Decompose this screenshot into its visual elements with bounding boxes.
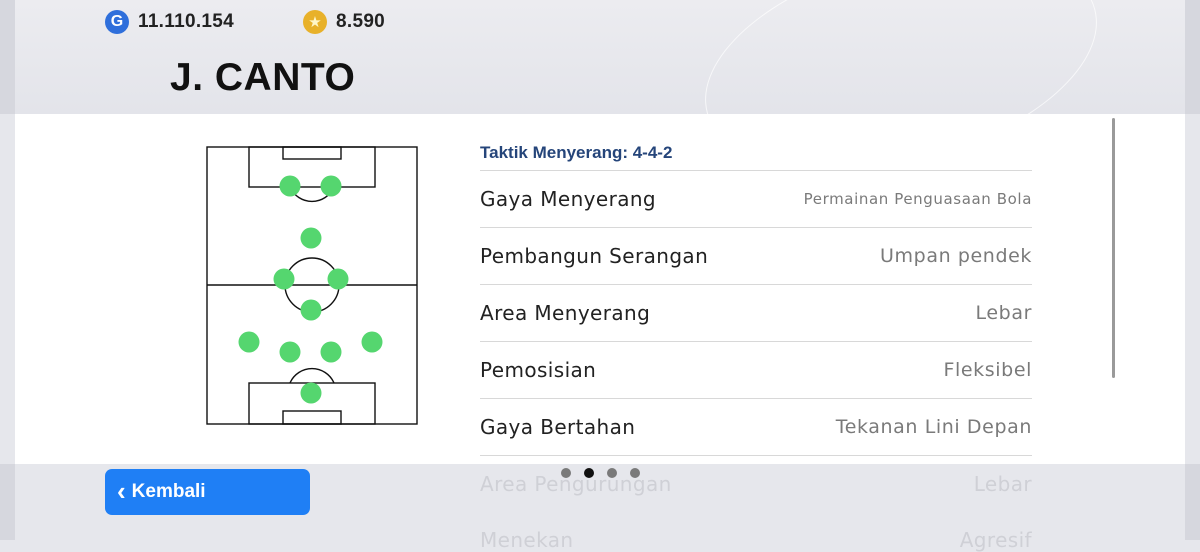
faded-tactic-value: Lebar — [973, 472, 1032, 496]
player-marker — [320, 175, 342, 197]
back-button[interactable]: ‹ Kembali — [105, 469, 310, 515]
player-marker — [300, 299, 322, 321]
player-marker — [320, 341, 342, 363]
player-marker — [238, 331, 260, 353]
gp-balance: G 11.110.154 — [105, 10, 234, 34]
coin-value: 8.590 — [336, 11, 386, 32]
page-indicator — [561, 468, 640, 478]
attacking-tactics-list: Taktik Menyerang: 4-4-2 Gaya Menyerang P… — [480, 138, 1032, 456]
tactics-heading: Taktik Menyerang: 4-4-2 — [480, 138, 1032, 171]
player-marker — [361, 331, 383, 353]
player-marker — [300, 227, 322, 249]
tactic-label: Pemosisian — [480, 358, 597, 382]
penalty-box-top — [248, 146, 376, 188]
star-coin-icon: ★ — [303, 10, 327, 34]
tactic-label: Gaya Bertahan — [480, 415, 636, 439]
bottom-bar-edge-left — [0, 464, 15, 540]
faded-tactic-label: Menekan — [480, 528, 574, 552]
tactic-row: Pembangun Serangan Umpan pendek — [480, 228, 1032, 285]
back-button-label: Kembali — [131, 481, 206, 502]
page-dot[interactable] — [561, 468, 571, 478]
tactic-value: Umpan pendek — [880, 245, 1032, 267]
tactic-value: Tekanan Lini Depan — [835, 416, 1032, 438]
player-marker — [327, 268, 349, 290]
tactic-label: Gaya Menyerang — [480, 187, 657, 211]
bottom-bar-edge-right — [1185, 464, 1200, 540]
scrollbar[interactable] — [1112, 118, 1115, 378]
tactic-value: Permainan Penguasaan Bola — [803, 190, 1032, 208]
player-marker — [300, 382, 322, 404]
page-dot-active[interactable] — [584, 468, 594, 478]
top-bar-edge-right — [1185, 0, 1200, 114]
player-marker — [279, 341, 301, 363]
coin-balance: ★ 8.590 — [303, 10, 385, 34]
formation-pitch — [206, 146, 418, 425]
page-dot[interactable] — [630, 468, 640, 478]
chevron-left-icon: ‹ — [117, 476, 126, 506]
tactic-label: Area Menyerang — [480, 301, 651, 325]
tactic-row: Gaya Bertahan Tekanan Lini Depan — [480, 399, 1032, 456]
faded-tactic-row: Menekan Agresif — [480, 528, 1032, 552]
gp-coin-icon: G — [105, 10, 129, 34]
goal-box-bottom — [282, 410, 342, 425]
player-marker — [273, 268, 295, 290]
penalty-arc-bottom — [289, 367, 335, 384]
tactic-value: Lebar — [975, 302, 1032, 324]
player-name-title: J. CANTO — [170, 56, 356, 99]
gp-value: 11.110.154 — [138, 11, 234, 32]
tactic-label: Pembangun Serangan — [480, 244, 709, 268]
faded-tactic-value: Agresif — [959, 528, 1032, 552]
goal-box-top — [282, 146, 342, 160]
top-bar-edge-left — [0, 0, 15, 114]
tactic-row: Gaya Menyerang Permainan Penguasaan Bola — [480, 171, 1032, 228]
tactic-row: Pemosisian Fleksibel — [480, 342, 1032, 399]
page-dot[interactable] — [607, 468, 617, 478]
player-marker — [279, 175, 301, 197]
tactic-row: Area Menyerang Lebar — [480, 285, 1032, 342]
tactic-value: Fleksibel — [943, 359, 1032, 381]
